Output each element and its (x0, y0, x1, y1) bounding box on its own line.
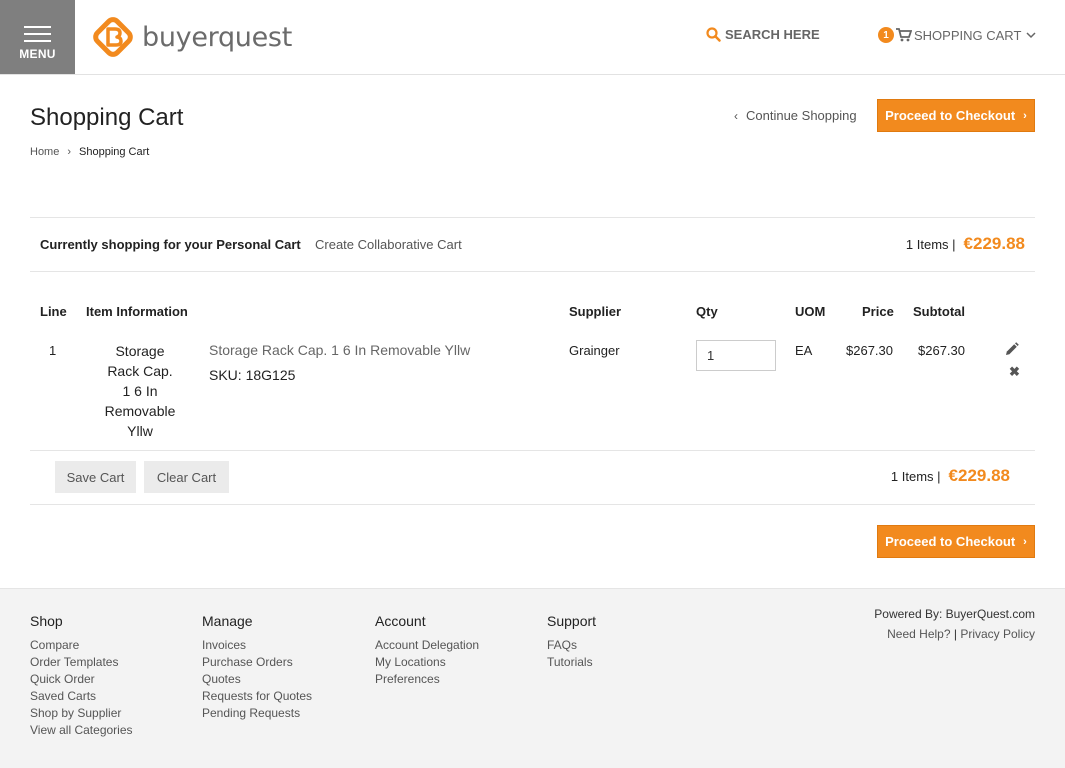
search-label: SEARCH HERE (725, 27, 820, 42)
column-header-price: Price (862, 304, 894, 319)
search-link[interactable]: SEARCH HERE (706, 27, 820, 42)
proceed-to-checkout-button-bottom[interactable]: Proceed to Checkout › (877, 525, 1035, 558)
cart-total-amount: €229.88 (948, 466, 1010, 485)
item-name-line: 1 6 In (122, 383, 158, 399)
search-icon (706, 27, 721, 42)
footer-link[interactable]: Order Templates (30, 654, 133, 671)
column-header-line: Line (40, 304, 67, 319)
footer-heading: Support (547, 613, 597, 629)
cart-icon (896, 28, 912, 42)
footer-heading: Shop (30, 613, 63, 629)
footer-link[interactable]: Pending Requests (202, 705, 312, 722)
item-supplier: Grainger (569, 343, 620, 358)
row-line-number: 1 (49, 343, 57, 358)
breadcrumb: Home › Shopping Cart (30, 146, 149, 158)
item-name[interactable]: Storage Rack Cap. 1 6 In Removable Yllw (90, 341, 190, 441)
column-header-supplier: Supplier (569, 304, 622, 319)
cart-label: SHOPPING CART (914, 27, 1022, 43)
checkout-label: Proceed to Checkout (885, 108, 1016, 123)
column-header-uom: UOM (795, 304, 826, 319)
chevron-left-icon: ‹ (734, 108, 738, 123)
divider (30, 450, 1035, 451)
footer-heading: Account (375, 613, 426, 629)
save-cart-button[interactable]: Save Cart (55, 461, 136, 493)
logo[interactable]: buyerquest (90, 14, 292, 60)
items-count: 1 Items | (890, 469, 941, 484)
footer-link[interactable]: Requests for Quotes (202, 688, 312, 705)
footer-link[interactable]: Saved Carts (30, 688, 133, 705)
continue-shopping-link[interactable]: ‹ Continue Shopping (734, 108, 857, 123)
footer-heading: Manage (202, 613, 253, 629)
edit-icon[interactable] (1004, 342, 1019, 357)
chevron-down-icon (1026, 32, 1036, 39)
breadcrumb-current: Shopping Cart (79, 146, 150, 158)
page-title: Shopping Cart (30, 104, 184, 131)
checkout-label: Proceed to Checkout (885, 534, 1016, 549)
clear-cart-button[interactable]: Clear Cart (144, 461, 229, 493)
menu-icon (24, 26, 51, 47)
item-sku: SKU: 18G125 (209, 367, 296, 383)
chevron-right-icon: › (1023, 109, 1027, 122)
site-footer: Shop Compare Order Templates Quick Order… (0, 588, 1065, 768)
cart-totals-bottom: 1 Items | €229.88 (891, 466, 1010, 486)
need-help-link[interactable]: Need Help? (887, 627, 950, 641)
footer-link[interactable]: Compare (30, 637, 133, 654)
menu-label: MENU (19, 47, 56, 61)
breadcrumb-home[interactable]: Home (30, 146, 59, 158)
footer-link[interactable]: Account Delegation (375, 637, 479, 654)
footer-link[interactable]: Preferences (375, 671, 479, 688)
footer-link[interactable]: Invoices (202, 637, 312, 654)
footer-column-manage: Manage Invoices Purchase Orders Quotes R… (202, 613, 312, 722)
footer-right: Powered By: BuyerQuest.com Need Help? | … (874, 607, 1035, 641)
menu-button[interactable]: MENU (0, 0, 75, 74)
column-header-subtotal: Subtotal (913, 304, 965, 319)
items-count: 1 Items | (905, 237, 956, 252)
remove-icon[interactable]: ✖ (1009, 364, 1020, 380)
item-subtotal: $267.30 (918, 343, 965, 358)
divider (30, 504, 1035, 505)
shopping-cart-link[interactable]: 1 SHOPPING CART (878, 27, 1037, 43)
item-uom: EA (795, 343, 813, 358)
footer-column-support: Support FAQs Tutorials (547, 613, 596, 671)
separator: | (953, 627, 957, 641)
footer-link[interactable]: Shop by Supplier (30, 705, 133, 722)
continue-shopping-label: Continue Shopping (746, 108, 857, 123)
footer-link[interactable]: My Locations (375, 654, 479, 671)
column-header-item-information: Item Information (86, 304, 188, 319)
privacy-policy-link[interactable]: Privacy Policy (960, 627, 1035, 641)
cart-info-bar: Currently shopping for your Personal Car… (30, 217, 1035, 272)
quantity-input[interactable] (696, 340, 776, 371)
column-header-qty: Qty (696, 304, 718, 319)
footer-link[interactable]: Quick Order (30, 671, 133, 688)
cart-totals: 1 Items | €229.88 (906, 234, 1025, 254)
proceed-to-checkout-button-top[interactable]: Proceed to Checkout › (877, 99, 1035, 132)
current-cart-text: Currently shopping for your Personal Car… (40, 237, 301, 252)
cart-count-badge: 1 (878, 27, 894, 43)
create-collaborative-cart-link[interactable]: Create Collaborative Cart (315, 237, 462, 252)
logo-icon (93, 17, 133, 57)
item-link[interactable]: Storage Rack Cap. 1 6 In Removable Yllw (209, 342, 470, 358)
footer-link[interactable]: Quotes (202, 671, 312, 688)
footer-link[interactable]: FAQs (547, 637, 596, 654)
item-name-line: Removable (104, 403, 176, 419)
footer-link[interactable]: Tutorials (547, 654, 596, 671)
footer-help-links: Need Help? | Privacy Policy (874, 627, 1035, 641)
item-price: $267.30 (846, 343, 893, 358)
footer-link[interactable]: Purchase Orders (202, 654, 312, 671)
chevron-right-icon: › (1023, 535, 1027, 548)
item-name-line: Yllw (127, 423, 153, 439)
footer-column-account: Account Account Delegation My Locations … (375, 613, 479, 688)
chevron-right-icon: › (67, 146, 72, 158)
cart-total-amount: €229.88 (963, 234, 1025, 253)
site-header: MENU buyerquest SEARCH HERE 1 SHOPPING C… (0, 0, 1065, 75)
powered-by-text: Powered By: BuyerQuest.com (874, 607, 1035, 621)
logo-text: buyerquest (142, 21, 292, 53)
item-name-line: Storage (115, 343, 165, 359)
item-name-line: Rack Cap. (107, 363, 173, 379)
footer-link[interactable]: View all Categories (30, 722, 133, 739)
footer-column-shop: Shop Compare Order Templates Quick Order… (30, 613, 133, 739)
